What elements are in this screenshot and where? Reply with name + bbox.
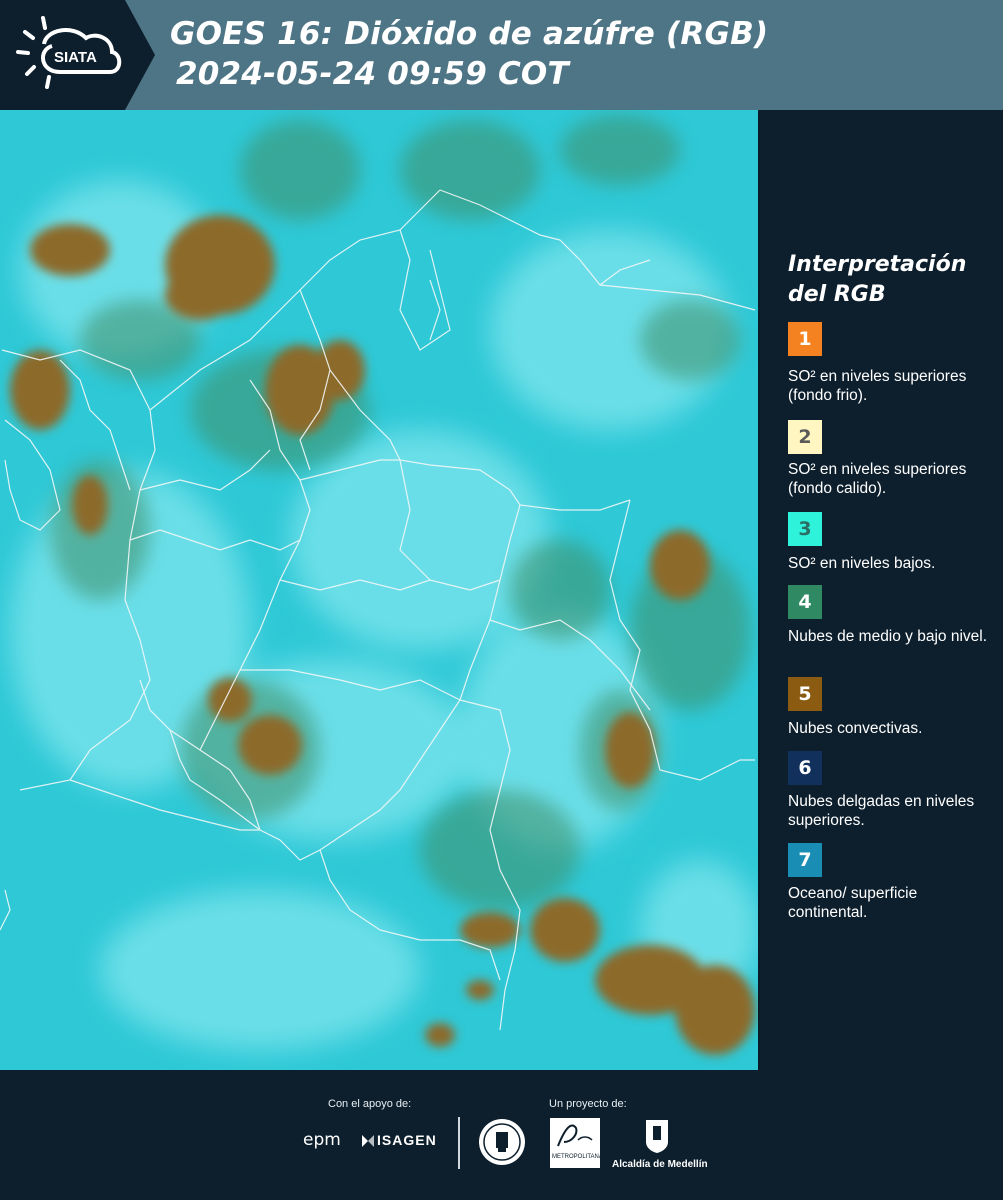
isagen-logo-text: ISAGEN [377, 1132, 437, 1148]
legend-swatch-5: 5 [788, 677, 822, 711]
legend-swatch-7: 7 [788, 843, 822, 877]
alcaldia-text: Alcaldía de Medellín [612, 1159, 708, 1170]
page-timestamp: 2024-05-24 09:59 COT [176, 56, 569, 92]
metropolitana-text: METROPOLITANA [552, 1154, 603, 1160]
legend-text-5: Nubes convectivas. [788, 720, 923, 737]
alcaldia-shield-icon [644, 1118, 670, 1154]
area-metropolitana-logo: METROPOLITANA [550, 1118, 603, 1168]
area-metropolitana-mark-icon [557, 1124, 593, 1147]
support-label: Con el apoyo de: [328, 1098, 412, 1110]
legend-text-2: SO² en niveles superiores (fondo calido)… [788, 461, 967, 497]
legend-swatch-6: 6 [788, 751, 822, 785]
legend-swatch-3: 3 [788, 512, 822, 546]
university-seal [478, 1118, 526, 1166]
legend-title: Interpretación del RGB [788, 252, 967, 307]
legend-text-7: Oceano/ superficie continental. [788, 885, 918, 921]
project-label: Un proyecto de: [549, 1098, 627, 1110]
legend-text-1: SO² en niveles superiores (fondo frio). [788, 368, 967, 404]
legend-text-4: Nubes de medio y bajo nivel. [788, 628, 988, 645]
legend-swatch-4: 4 [788, 585, 822, 619]
legend-swatch-2: 2 [788, 420, 822, 454]
footer-divider [458, 1117, 460, 1169]
siata-logo: SIATA [0, 0, 155, 110]
header-bar: SIATA GOES 16: Dióxido de azúfre (RGB) 2… [0, 0, 1003, 110]
legend-text-6: Nubes delgadas en niveles superiores. [788, 793, 975, 829]
legend-swatch-1: 1 [788, 322, 822, 356]
legend-panel: Interpretación del RGB 1 SO² en niveles … [760, 110, 1003, 1070]
isagen-mark-icon [362, 1135, 374, 1147]
epm-logo-text: epm [303, 1130, 341, 1150]
legend-text-3: SO² en niveles bajos. [788, 555, 936, 572]
page-title: GOES 16: Dióxido de azúfre (RGB) [170, 16, 769, 52]
epm-logo: epm [303, 1130, 341, 1150]
footer: Con el apoyo de: Un proyecto de: epm ISA… [0, 1070, 1003, 1200]
logo-text: SIATA [54, 49, 97, 66]
satellite-map [0, 110, 760, 1070]
